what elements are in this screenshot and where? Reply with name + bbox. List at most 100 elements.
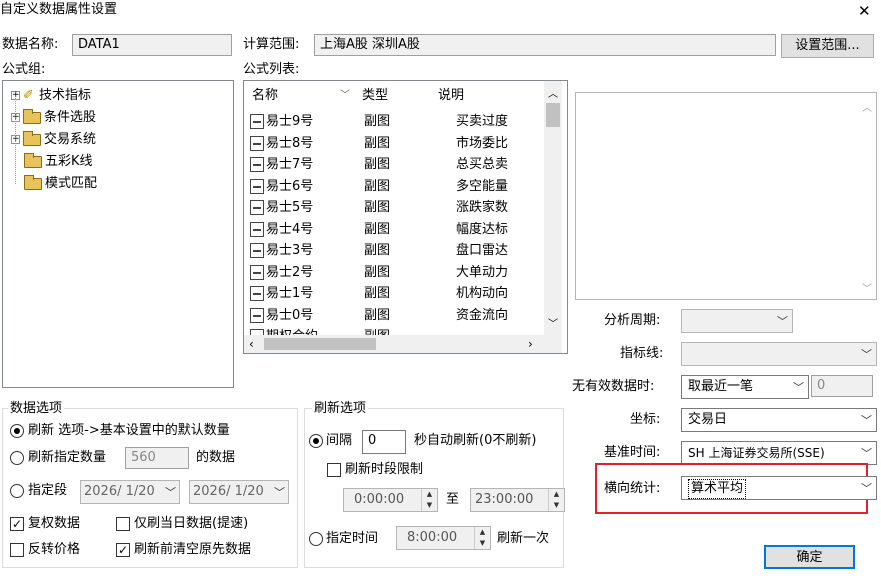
formula-doc-icon [250, 264, 264, 280]
invalid-data-select[interactable]: 取最近一笔 ﹀ [681, 375, 809, 399]
date-to-picker[interactable]: 2026/ 1/20 ﹀ [189, 480, 289, 504]
preview-scroll-down-icon[interactable]: ﹀ [862, 280, 872, 295]
time-from-spinner[interactable]: 0:00:00 ▲ ▼ [343, 488, 438, 512]
list-item[interactable]: 期权合约副图 [244, 326, 544, 335]
scroll-thumb[interactable] [546, 103, 560, 127]
radio-at-time[interactable] [309, 532, 323, 546]
list-item[interactable]: 易士6号 副图 多空能量 [244, 176, 544, 197]
formula-doc-icon [250, 221, 264, 237]
formula-doc-icon [250, 135, 264, 151]
invalid-data-num[interactable]: 0 [811, 375, 873, 397]
formula-doc-icon [250, 114, 264, 129]
coord-select[interactable]: 交易日 ﹀ [681, 408, 877, 432]
index-line-select[interactable]: ﹀ [681, 342, 877, 366]
tree-item-pattern[interactable]: 模式匹配 [24, 174, 97, 193]
col-type[interactable]: 类型 [362, 87, 388, 105]
list-item[interactable]: 易士2号 副图 大单动力 [244, 262, 544, 283]
list-item[interactable]: 易士9号 副图 买卖过度 [244, 111, 544, 132]
radio-at-time-label[interactable]: 指定时间 [326, 530, 378, 548]
list-header: 名称 ﹀ 类型 说明 [244, 85, 544, 107]
horiz-stat-select[interactable]: 算术平均 ﹀ [681, 476, 877, 500]
horizontal-scrollbar[interactable]: ‹ › [244, 335, 562, 353]
checkbox-today-only[interactable] [116, 517, 130, 531]
set-range-button[interactable]: 设置范围... [781, 34, 874, 58]
formula-doc-icon [250, 286, 264, 301]
folder-icon [23, 108, 41, 124]
base-time-select[interactable]: SH 上海证券交易所(SSE) ﹀ [681, 441, 877, 465]
data-name-field[interactable]: DATA1 [72, 34, 232, 56]
radio-specified-count-label[interactable]: 刷新指定数量 [28, 449, 106, 467]
ok-button[interactable]: 确定 [764, 545, 855, 569]
once-label: 刷新一次 [497, 531, 550, 546]
spin-arrows-icon[interactable]: ▲ ▼ [421, 489, 437, 511]
horiz-stat-label: 横向统计: [604, 481, 661, 496]
chevron-down-icon: ﹀ [861, 447, 872, 460]
list-item[interactable]: 易士1号 副图 机构动向 [244, 283, 544, 304]
chevron-down-icon: ﹀ [165, 486, 176, 499]
list-item[interactable]: 易士0号 副图 资金流向 [244, 305, 544, 326]
radio-default-count-label[interactable]: 刷新 选项->基本设置中的默认数量 [28, 422, 230, 440]
tree-line [15, 98, 16, 184]
specified-count-input[interactable]: 560 [125, 447, 189, 469]
radio-date-range[interactable] [10, 484, 24, 498]
list-item[interactable]: 易士8号 副图 市场委比 [244, 133, 544, 154]
radio-default-count[interactable] [10, 424, 24, 438]
checkbox-adjusted[interactable]: ✓ [10, 517, 24, 531]
tree-item-select[interactable]: + 条件选股 [11, 108, 96, 127]
date-from-picker[interactable]: 2026/ 1/20 ﹀ [80, 480, 180, 504]
scroll-down-icon[interactable]: ﹀ [548, 315, 558, 330]
tree-item-kline[interactable]: 五彩K线 [24, 152, 93, 171]
scroll-up-icon[interactable]: ︿ [548, 85, 558, 100]
preview-scroll-up-icon[interactable]: ︿ [862, 99, 872, 114]
tree-item-trade[interactable]: + 交易系统 [11, 130, 96, 149]
refresh-options-title: 刷新选项 [312, 400, 369, 418]
spin-arrows-icon[interactable]: ▲ ▼ [474, 527, 490, 549]
h-scroll-thumb[interactable] [264, 338, 376, 350]
vertical-scrollbar[interactable]: ︿ ﹀ [544, 81, 562, 335]
scroll-left-icon[interactable]: ‹ [249, 335, 254, 353]
formula-list[interactable]: 名称 ﹀ 类型 说明 易士9号 副图 买卖过度 易士8号 副图 市场委比 易士7号 副图 总买总… [243, 80, 568, 354]
checkbox-reverse-price[interactable] [10, 543, 24, 557]
checkbox-period-limit-label[interactable]: 刷新时段限制 [345, 461, 423, 479]
checkbox-today-only-label[interactable]: 仅刷当日数据(提速) [134, 515, 248, 533]
chevron-down-icon: ﹀ [861, 348, 872, 361]
list-item[interactable]: 易士5号 副图 涨跌家数 [244, 197, 544, 218]
radio-specified-count[interactable] [10, 451, 24, 465]
formula-doc-icon [250, 243, 264, 258]
coord-label: 坐标: [630, 412, 661, 427]
close-icon[interactable]: ✕ [858, 2, 871, 20]
spin-arrows-icon[interactable]: ▲ ▼ [548, 489, 564, 511]
folder-icon [23, 130, 41, 146]
radio-interval-label[interactable]: 间隔 [326, 432, 352, 450]
formula-doc-icon [250, 200, 264, 215]
checkbox-period-limit[interactable] [327, 463, 341, 477]
col-name[interactable]: 名称 [252, 87, 278, 105]
time-to-spinner[interactable]: 23:00:00 ▲ ▼ [470, 488, 565, 512]
checkbox-adjusted-label[interactable]: 复权数据 [28, 515, 80, 533]
checkbox-clear-before-label[interactable]: 刷新前清空原先数据 [134, 541, 251, 559]
folder-icon [24, 174, 42, 190]
list-item[interactable]: 易士3号 副图 盘口雷达 [244, 240, 544, 261]
list-item[interactable]: 易士4号 副图 幅度达标 [244, 219, 544, 240]
radio-interval[interactable] [309, 434, 323, 448]
specified-count-suffix: 的数据 [196, 450, 236, 465]
list-item[interactable]: 易士7号 副图 总买总卖 [244, 154, 544, 175]
checkbox-reverse-price-label[interactable]: 反转价格 [28, 541, 80, 559]
at-time-spinner[interactable]: 8:00:00 ▲ ▼ [396, 526, 491, 550]
wand-icon: ✐ [23, 88, 34, 103]
col-desc[interactable]: 说明 [438, 87, 464, 105]
folder-icon [24, 152, 42, 168]
formula-doc-icon [250, 307, 264, 323]
radio-date-range-label[interactable]: 指定段 [28, 482, 67, 500]
checkbox-clear-before[interactable]: ✓ [116, 543, 130, 557]
interval-input[interactable]: 0 [362, 430, 406, 454]
formula-group-tree[interactable]: + ✐ 技术指标 + 条件选股 + 交易系统 五彩K线 模式匹配 [2, 80, 234, 388]
sort-icon[interactable]: ﹀ [340, 87, 350, 105]
scroll-right-icon[interactable]: › [528, 335, 533, 353]
time-to-label: 至 [446, 492, 460, 507]
formula-doc-icon [250, 157, 264, 172]
list-rows: 易士9号 副图 买卖过度 易士8号 副图 市场委比 易士7号 副图 总买总卖 易士6号 副图 多空能量… [244, 111, 544, 335]
tree-item-tech[interactable]: + ✐ 技术指标 [11, 87, 91, 105]
chevron-down-icon: ﹀ [861, 482, 872, 495]
period-select[interactable]: ﹀ [681, 309, 793, 333]
